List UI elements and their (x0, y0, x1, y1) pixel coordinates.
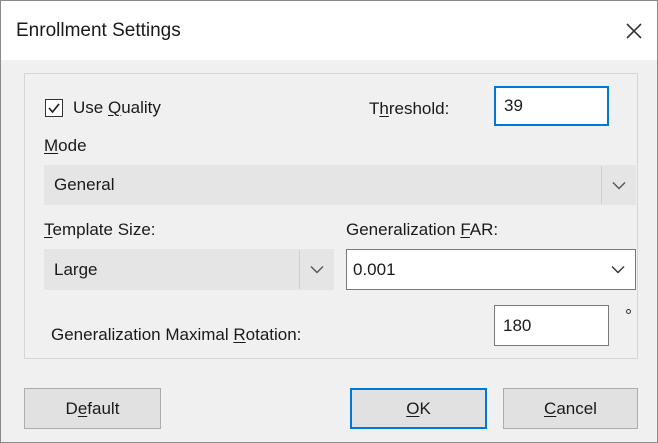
use-quality-label: Use Quality (73, 98, 161, 117)
degree-symbol (626, 309, 631, 314)
chevron-down-icon (611, 266, 625, 274)
mode-value: General (54, 175, 115, 194)
default-button[interactable]: Default (24, 388, 161, 429)
enrollment-settings-dialog: Enrollment Settings Use Quality Threshol… (0, 0, 658, 443)
threshold-input[interactable]: 39 (494, 86, 609, 126)
template-size-value: Large (54, 259, 98, 279)
cancel-button[interactable]: Cancel (503, 388, 638, 429)
chevron-down-icon (612, 181, 625, 189)
template-size-dropdown-button[interactable] (299, 250, 333, 289)
close-icon (626, 23, 642, 39)
chevron-down-icon (310, 266, 323, 274)
generalization-far-dropdown-button[interactable] (601, 250, 635, 289)
threshold-label: Threshold: (369, 99, 450, 118)
mode-dropdown-button[interactable] (601, 166, 635, 204)
close-button[interactable] (617, 15, 651, 47)
checkbox-box (45, 99, 63, 117)
ok-button-label: OK (406, 398, 431, 418)
generalization-far-value: 0.001 (353, 259, 396, 279)
template-size-label: Template Size: (44, 220, 156, 239)
title-bar: Enrollment Settings (1, 1, 657, 60)
mode-label: Mode (44, 136, 87, 155)
use-quality-checkbox[interactable]: Use Quality (45, 98, 161, 118)
max-rotation-label: Generalization Maximal Rotation: (51, 325, 302, 344)
generalization-far-label: Generalization FAR: (346, 220, 499, 239)
window-title: Enrollment Settings (16, 20, 181, 41)
default-button-label: Default (65, 398, 120, 418)
mode-select[interactable]: General (44, 165, 636, 205)
template-size-select[interactable]: Large (44, 249, 334, 290)
max-rotation-input[interactable]: 180 (494, 305, 609, 346)
checkmark-icon (48, 103, 60, 114)
cancel-button-label: Cancel (544, 398, 597, 418)
ok-button[interactable]: OK (350, 388, 487, 429)
generalization-far-select[interactable]: 0.001 (346, 249, 636, 290)
